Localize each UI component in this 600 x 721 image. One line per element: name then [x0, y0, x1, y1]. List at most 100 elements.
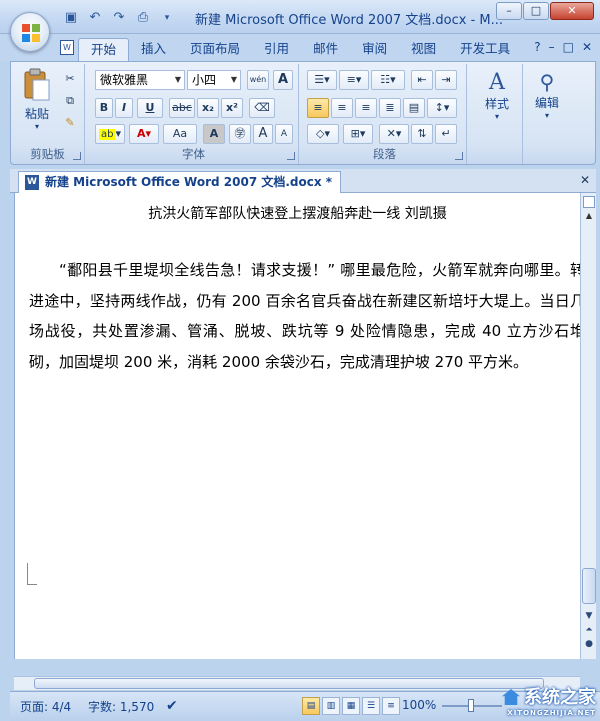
browse-object-icon[interactable]: ● — [581, 639, 597, 653]
clear-formatting-icon[interactable]: ⌫ — [249, 98, 275, 118]
word-count[interactable]: 字数: 1,570 — [88, 698, 154, 715]
tab-review[interactable]: 审阅 — [350, 38, 399, 61]
font-size-combo[interactable]: 小四 ▼ — [187, 70, 241, 90]
document-tab[interactable]: W 新建 Microsoft Office Word 2007 文档.docx … — [18, 171, 342, 193]
align-right-icon[interactable]: ≡ — [355, 98, 377, 118]
copy-icon[interactable]: ⧉ — [61, 92, 79, 112]
group-styles: A 样式 ▾ — [471, 64, 523, 164]
customize-qat-icon[interactable]: ▾ — [158, 9, 176, 27]
group-editing: ⚲ 编辑 ▾ — [525, 64, 569, 164]
close-document-tab-icon[interactable]: ✕ — [580, 173, 590, 187]
tab-page-layout[interactable]: 页面布局 — [178, 38, 252, 61]
office-button[interactable] — [10, 12, 50, 52]
paste-button[interactable]: 粘贴 ▾ — [19, 68, 55, 131]
character-shading-button[interactable]: A — [203, 124, 225, 144]
save-icon[interactable]: ▣ — [62, 9, 80, 27]
grow-font-button[interactable]: A — [253, 124, 273, 144]
restore-button[interactable]: □ — [523, 2, 549, 20]
paragraph-group-label: 段落 — [373, 147, 396, 161]
paste-label: 粘贴 — [24, 107, 49, 121]
proofing-icon[interactable]: ✔ — [166, 698, 178, 714]
character-border-button[interactable]: A — [273, 70, 293, 90]
clipboard-launcher-icon[interactable] — [73, 152, 81, 160]
bullets-icon[interactable]: ☰▾ — [307, 70, 337, 90]
tab-view[interactable]: 视图 — [399, 38, 448, 61]
format-painter-icon[interactable]: ✎ — [61, 114, 79, 134]
horizontal-scroll-thumb[interactable] — [34, 678, 544, 689]
align-left-icon[interactable]: ≡ — [307, 98, 329, 118]
chevron-down-icon: ▼ — [174, 75, 181, 84]
zoom-level[interactable]: 100% — [402, 698, 436, 712]
editing-button[interactable]: ⚲ 编辑 ▾ — [527, 70, 567, 120]
distributed-icon[interactable]: ▤ — [403, 98, 425, 118]
watermark-subtext: XITONGZHIJIA.NET — [507, 709, 596, 717]
document-tab-bar: W 新建 Microsoft Office Word 2007 文档.docx … — [10, 169, 596, 193]
borders-icon[interactable]: ⊞▾ — [343, 124, 373, 144]
editing-label: 编辑 — [534, 96, 559, 110]
subscript-button[interactable]: x₂ — [197, 98, 219, 118]
tab-mailings[interactable]: 邮件 — [301, 38, 350, 61]
help-icon[interactable]: ? — [534, 40, 540, 54]
tab-developer[interactable]: 开发工具 — [448, 38, 522, 61]
font-size-value: 小四 — [192, 73, 217, 87]
bold-button[interactable]: B — [95, 98, 113, 118]
draft-view-icon[interactable]: ≡ — [382, 697, 400, 715]
phonetic-guide-button[interactable]: wén — [247, 70, 269, 90]
minimize-button[interactable]: – — [496, 2, 522, 20]
doc-restore-button[interactable]: □ — [563, 40, 574, 54]
italic-button[interactable]: I — [115, 98, 133, 118]
change-case-button[interactable]: Aa — [163, 124, 197, 144]
scroll-down-icon[interactable]: ▼ — [581, 611, 597, 625]
underline-button[interactable]: U — [137, 98, 163, 118]
print-preview-icon[interactable]: ⎙ — [134, 9, 152, 27]
increase-indent-icon[interactable]: ⇥ — [435, 70, 457, 90]
undo-icon[interactable]: ↶ — [86, 9, 104, 27]
styles-button[interactable]: A 样式 ▾ — [477, 70, 517, 121]
font-color-button[interactable]: A▾ — [129, 124, 159, 144]
zoom-slider-thumb[interactable] — [468, 699, 474, 712]
enclose-characters-icon[interactable]: ㊫ — [229, 124, 251, 144]
decrease-indent-icon[interactable]: ⇤ — [411, 70, 433, 90]
binoculars-icon: ⚲ — [539, 70, 555, 94]
ribbon-home: 粘贴 ▾ ✂ ⧉ ✎ 剪贴板 微软雅黑 ▼ 小四 ▼ wén A B I U abc… — [10, 61, 596, 165]
cut-icon[interactable]: ✂ — [61, 70, 79, 90]
justify-icon[interactable]: ≣ — [379, 98, 401, 118]
show-marks-icon[interactable]: ↵ — [435, 124, 457, 144]
title-bar: ▣ ↶ ↷ ⎙ ▾ 新建 Microsoft Office Word 2007 … — [0, 0, 600, 34]
chinese-layout-icon[interactable]: ✕▾ — [379, 124, 409, 144]
strikethrough-button[interactable]: abc — [169, 98, 195, 118]
scroll-up-icon[interactable]: ▲ — [581, 211, 597, 225]
outline-view-icon[interactable]: ☰ — [362, 697, 380, 715]
redo-icon[interactable]: ↷ — [110, 9, 128, 27]
shading-icon[interactable]: ◇▾ — [307, 124, 339, 144]
close-button[interactable]: ✕ — [550, 2, 594, 20]
font-name-combo[interactable]: 微软雅黑 ▼ — [95, 70, 185, 90]
print-layout-view-icon[interactable]: ▤ — [302, 697, 320, 715]
doc-minimize-button[interactable]: – — [549, 40, 555, 54]
numbering-icon[interactable]: ≡▾ — [339, 70, 369, 90]
view-ruler-icon[interactable] — [583, 196, 595, 208]
web-layout-icon[interactable]: ▦ — [342, 697, 360, 715]
doc-close-button[interactable]: ✕ — [582, 40, 592, 54]
horizontal-scrollbar[interactable] — [14, 676, 580, 690]
highlight-color-button[interactable]: ab ▾ — [95, 124, 125, 144]
image-caption: 抗洪火箭军部队快速登上摆渡船奔赴一线 刘凯摄 — [148, 206, 447, 222]
superscript-button[interactable]: x² — [221, 98, 243, 118]
font-launcher-icon[interactable] — [287, 152, 295, 160]
styles-label: 样式 — [484, 97, 509, 111]
multilevel-list-icon[interactable]: ☷▾ — [371, 70, 405, 90]
tab-home[interactable]: 开始 — [78, 38, 130, 61]
document-page[interactable]: 抗洪火箭军部队快速登上摆渡船奔赴一线 刘凯摄 “鄱阳县千里堤坝全线告急！请求支援… — [14, 193, 580, 659]
paragraph-launcher-icon[interactable] — [455, 152, 463, 160]
vertical-scroll-thumb[interactable] — [582, 568, 596, 604]
previous-page-icon[interactable]: ⏶ — [581, 625, 597, 639]
full-screen-reading-icon[interactable]: ▥ — [322, 697, 340, 715]
tab-references[interactable]: 引用 — [252, 38, 301, 61]
align-center-icon[interactable]: ≡ — [331, 98, 353, 118]
sort-icon[interactable]: ⇅ — [411, 124, 433, 144]
tab-insert[interactable]: 插入 — [129, 38, 178, 61]
line-spacing-icon[interactable]: ↕▾ — [427, 98, 457, 118]
shrink-font-button[interactable]: A — [275, 124, 293, 144]
vertical-scrollbar[interactable]: ▲ ▼ ⏶ ● — [580, 193, 596, 659]
page-count[interactable]: 页面: 4/4 — [20, 698, 71, 715]
